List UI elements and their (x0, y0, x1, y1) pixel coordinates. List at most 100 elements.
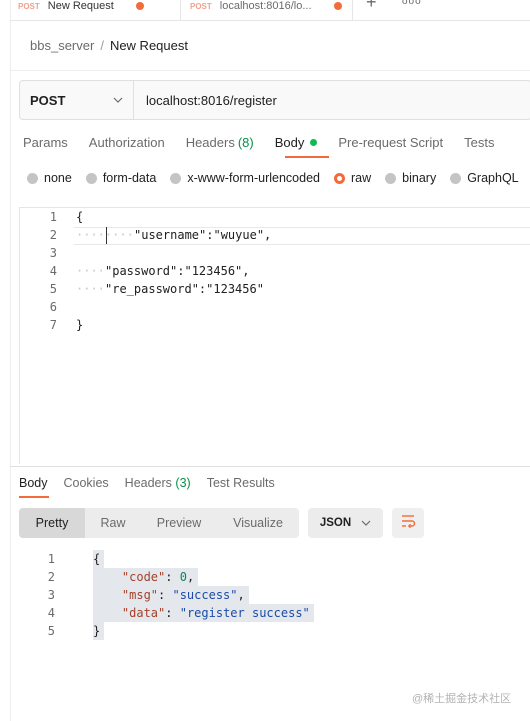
format-value: JSON (319, 517, 352, 529)
line-number: 2 (49, 228, 57, 242)
headers-count: (8) (237, 135, 254, 150)
response-line: 3 "msg": "success", (19, 586, 319, 604)
radio-icon (450, 172, 462, 184)
tab-authorization[interactable]: Authorization (89, 135, 165, 150)
body-type-radio-group: none form-data x-www-form-urlencoded raw… (27, 171, 530, 185)
chevron-down-icon (113, 95, 123, 106)
response-tab-cookies[interactable]: Cookies (64, 476, 109, 490)
tab-label: Tests (464, 135, 495, 150)
line-number: 5 (47, 624, 55, 638)
tab-body[interactable]: Body (275, 135, 318, 150)
url-input[interactable] (134, 81, 530, 119)
request-config-tabs: Params Authorization Headers (8) Body Pre… (23, 135, 515, 150)
tab-label: Authorization (88, 135, 165, 150)
request-tab-localhost[interactable]: POST localhost:8016/lo... (190, 0, 353, 20)
json-key: "msg" (121, 588, 159, 602)
line-number: 7 (49, 318, 57, 332)
tab-pre-request-script[interactable]: Pre-request Script (338, 135, 443, 150)
line-number: 4 (47, 606, 55, 620)
request-tab-new-request[interactable]: POST New Request (18, 0, 181, 20)
request-body-editor[interactable]: 1 { 2 "username":"wuyue", ········ 3 4 ···· "… (19, 207, 530, 464)
tab-label: Params (23, 135, 68, 150)
tab-params[interactable]: Params (23, 135, 68, 150)
indent-guide: ········ (76, 228, 134, 242)
body-type-raw[interactable]: raw (334, 171, 371, 185)
tab-label: Headers (185, 135, 235, 150)
wrap-lines-button[interactable] (392, 508, 424, 538)
view-pretty-button[interactable]: Pretty (19, 508, 85, 538)
tab-title: localhost:8016/lo... (219, 0, 312, 12)
line-code: "re_password":"123456" (105, 282, 264, 296)
line-number: 2 (47, 570, 55, 584)
unsaved-dot-icon (333, 2, 342, 10)
line-code: { (76, 210, 84, 224)
line-code: "username":"wuyue", (134, 228, 272, 242)
view-raw-button[interactable]: Raw (85, 508, 141, 538)
line-code: "code": 0, (93, 568, 199, 586)
left-sidebar-rail (0, 0, 11, 721)
pane-resize-divider[interactable] (10, 466, 530, 467)
response-tab-test-results[interactable]: Test Results (207, 476, 275, 490)
line-code: "msg": "success", (93, 586, 249, 604)
headers-count: (3) (175, 476, 191, 490)
line-number: 3 (49, 246, 57, 260)
body-type-binary[interactable]: binary (385, 171, 436, 185)
line-code: { (93, 550, 105, 568)
response-line: 4 "data": "register success" (19, 604, 319, 622)
line-number: 6 (49, 300, 57, 314)
radio-label: none (44, 171, 72, 185)
radio-checked-icon (334, 172, 345, 184)
line-number: 1 (49, 210, 57, 224)
active-tab-underline (285, 156, 329, 158)
line-number: 4 (49, 264, 57, 278)
tab-method-label: POST (190, 1, 212, 11)
request-tab-strip: POST New Request POST localhost:8016/lo.… (10, 0, 530, 21)
active-tab-underline (19, 496, 49, 498)
http-method-select[interactable]: POST (20, 81, 134, 119)
body-type-x-www-form-urlencoded[interactable]: x-www-form-urlencoded (170, 171, 320, 185)
radio-icon (170, 172, 182, 184)
breadcrumb: bbs_server / New Request (30, 38, 188, 53)
response-line: 2 "code": 0, (19, 568, 319, 586)
view-preview-button[interactable]: Preview (141, 508, 217, 538)
unsaved-dot-icon (135, 2, 144, 10)
request-url-bar: POST (19, 80, 530, 120)
breadcrumb-collection[interactable]: bbs_server (30, 38, 94, 53)
json-string-value: "success" (172, 588, 238, 602)
body-type-none[interactable]: none (27, 171, 72, 185)
line-code: } (93, 622, 105, 640)
breadcrumb-separator: / (100, 38, 104, 53)
response-tab-headers[interactable]: Headers (3) (125, 476, 191, 490)
response-tab-body[interactable]: Body (19, 476, 48, 490)
text-cursor (106, 227, 107, 244)
more-tabs-icon[interactable]: ooo (402, 0, 422, 7)
breadcrumb-request-name[interactable]: New Request (110, 38, 188, 53)
json-key: "code" (121, 570, 166, 584)
line-number: 1 (47, 552, 55, 566)
add-tab-plus-icon[interactable]: + (366, 0, 377, 13)
tab-title: New Request (47, 0, 114, 12)
tab-tests[interactable]: Tests (464, 135, 494, 150)
json-key: "data" (121, 606, 166, 620)
radio-label: GraphQL (467, 171, 519, 185)
view-visualize-button[interactable]: Visualize (217, 508, 299, 538)
radio-label: binary (402, 171, 437, 185)
body-indicator-dot-icon (310, 139, 318, 146)
radio-icon (27, 172, 38, 184)
radio-label: raw (351, 171, 372, 185)
line-code: } (76, 318, 84, 332)
response-view-mode-group: Pretty Raw Preview Visualize (19, 508, 299, 538)
response-format-select[interactable]: JSON (308, 508, 383, 538)
tab-headers[interactable]: Headers (8) (186, 135, 254, 150)
line-number: 5 (49, 282, 57, 296)
site-watermark: @稀土掘金技术社区 (412, 693, 512, 705)
tab-label: Headers (124, 476, 172, 490)
response-line: 1{ (19, 550, 319, 568)
body-type-graphql[interactable]: GraphQL (450, 171, 519, 185)
http-method-value: POST (30, 92, 66, 108)
body-type-form-data[interactable]: form-data (85, 171, 157, 185)
radio-label: form-data (102, 171, 157, 185)
radio-icon (385, 172, 397, 184)
line-code: "data": "register success" (93, 604, 314, 622)
wrap-lines-icon (400, 514, 416, 533)
